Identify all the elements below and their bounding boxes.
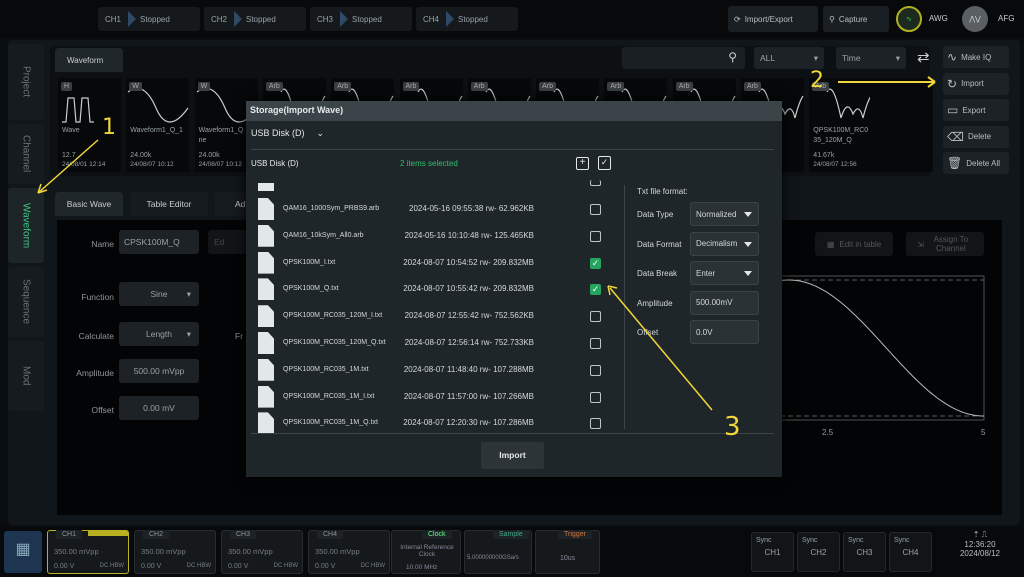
time: 12:36:20 (964, 540, 996, 549)
bottom-channel-2[interactable]: CH2 350.00 mVpp 0.00 V DC HBW (134, 530, 216, 574)
channel-offset: 0.00 V (141, 563, 162, 570)
sample-rate: 5.000000000GSa/s (467, 555, 519, 561)
annotation-overlay (37, 76, 936, 411)
sync-button-2[interactable]: Sync CH2 (797, 532, 840, 572)
sync-channel: CH4 (902, 548, 919, 557)
sync-label: Sync (894, 537, 910, 544)
sync-button-3[interactable]: Sync CH3 (843, 532, 886, 572)
clock-panel[interactable]: Clock Internal Reference Clock 10.00 MHz (391, 530, 461, 574)
sync-button-1[interactable]: Sync CH1 (751, 532, 794, 572)
channel-label: CH3 (230, 530, 257, 539)
trigger-value: 10us (560, 555, 576, 562)
clock-frequency: 10.00 MHz (406, 564, 438, 571)
channel-offset: 0.00 V (54, 563, 75, 570)
bottom-channel-4[interactable]: CH4 350.00 mVpp 0.00 V DC HBW (308, 530, 390, 574)
channel-coupling: DC HBW (186, 563, 211, 569)
annotation-arrow-3 (609, 287, 713, 411)
channel-amplitude: 350.00 mVpp (141, 547, 186, 556)
annotation-label-3: 3 (724, 412, 741, 442)
clock-source: Internal Reference Clock (400, 544, 454, 558)
usb-lan-icon: ⇡ ⎍ (972, 530, 988, 539)
trigger-panel[interactable]: Trigger 10us (535, 530, 600, 574)
channel-amplitude: 350.00 mVpp (228, 547, 273, 556)
annotation-label-2: 2 (810, 68, 824, 93)
clock-title: Clock (422, 530, 452, 539)
annotation-label-1: 1 (102, 115, 116, 140)
sync-channel: CH2 (810, 548, 827, 557)
channel-offset: 0.00 V (315, 563, 336, 570)
sync-label: Sync (756, 537, 772, 544)
channel-label: CH1 (56, 530, 83, 539)
channel-amplitude: 350.00 mVpp (315, 547, 360, 556)
grid-icon: ▦ (15, 541, 31, 558)
sync-label: Sync (802, 537, 818, 544)
channel-label: CH4 (317, 530, 344, 539)
channel-coupling: DC HBW (360, 563, 385, 569)
sample-panel[interactable]: Sample 5.000000000GSa/s (464, 530, 532, 574)
home-grid-button[interactable]: ▦ (4, 531, 42, 573)
channel-coupling: DC HBW (99, 563, 124, 569)
channel-label: CH2 (143, 530, 170, 539)
bottom-channel-1[interactable]: CH1 350.00 mVpp 0.00 V DC HBW (47, 530, 129, 574)
bottom-channel-3[interactable]: CH3 350.00 mVpp 0.00 V DC HBW (221, 530, 303, 574)
sync-channel: CH1 (764, 548, 781, 557)
active-indicator (88, 531, 128, 536)
channel-offset: 0.00 V (228, 563, 249, 570)
sync-button-4[interactable]: Sync CH4 (889, 532, 932, 572)
sample-title: Sample (493, 530, 529, 539)
date: 2024/08/12 (959, 549, 1001, 558)
channel-amplitude: 350.00 mVpp (54, 547, 99, 556)
channel-coupling: DC HBW (273, 563, 298, 569)
status-clock: ⇡ ⎍ 12:36:20 2024/08/12 (940, 530, 1020, 574)
trigger-title: Trigger (558, 530, 592, 539)
sync-label: Sync (848, 537, 864, 544)
sync-channel: CH3 (856, 548, 873, 557)
annotation-arrow-1 (37, 139, 99, 194)
